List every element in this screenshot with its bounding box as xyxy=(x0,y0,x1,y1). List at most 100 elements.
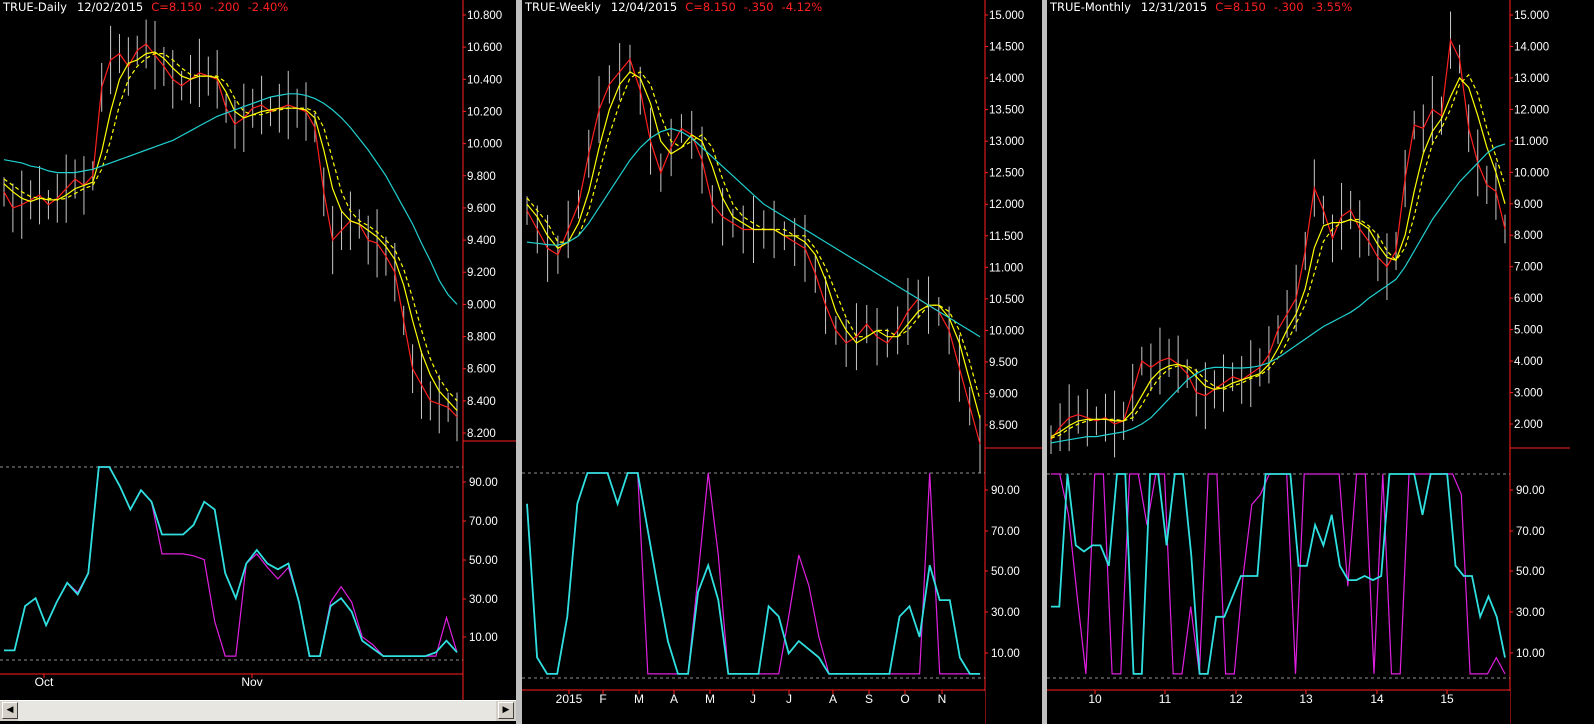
price-tick-label: 9.600 xyxy=(467,203,496,215)
price-tick-label: 14.500 xyxy=(989,42,1024,54)
price-tick-label: 12.000 xyxy=(989,199,1024,211)
price-tick-label: 13.500 xyxy=(989,105,1024,117)
price-tick-label: 15.000 xyxy=(989,10,1024,22)
oscillator-line-1 xyxy=(526,472,980,675)
osc-tick-label: 50.00 xyxy=(469,555,498,567)
daily-scrollbar[interactable]: ◀ ▶ xyxy=(0,700,516,721)
price-series-line-2 xyxy=(3,52,458,402)
price-series-line-3 xyxy=(3,93,458,305)
x-tick-label: A xyxy=(670,692,678,706)
x-tick-label: 14 xyxy=(1370,692,1384,706)
price-tick-label: 11.000 xyxy=(989,262,1023,274)
price-tick-label: 9.400 xyxy=(467,235,496,247)
x-tick-label: 2015 xyxy=(556,692,583,706)
x-tick-label: J xyxy=(750,692,756,706)
scroll-left-button[interactable]: ◀ xyxy=(2,702,18,719)
x-tick-label: N xyxy=(938,692,947,706)
x-tick-label: M xyxy=(705,692,715,706)
osc-tick-label: 50.00 xyxy=(1516,566,1545,578)
price-tick-label: 8.200 xyxy=(467,428,496,440)
price-tick-label: 11.500 xyxy=(989,231,1023,243)
price-tick-label: 9.500 xyxy=(989,357,1018,369)
osc-tick-label: 30.00 xyxy=(1516,607,1545,619)
price-series-line-1 xyxy=(1050,76,1506,438)
scroll-track[interactable] xyxy=(18,701,496,721)
x-tick-label: M xyxy=(634,692,644,706)
x-tick-label: 10 xyxy=(1088,692,1102,706)
scroll-right-button[interactable]: ▶ xyxy=(498,702,514,719)
price-tick-label: 9.000 xyxy=(989,388,1018,400)
price-tick-label: 13.000 xyxy=(1514,73,1549,85)
price-series-line-2 xyxy=(1050,73,1506,439)
price-tick-label: 8.800 xyxy=(467,332,496,344)
osc-tick-label: 90.00 xyxy=(991,485,1020,497)
price-tick-label: 9.200 xyxy=(467,267,496,279)
price-tick-label: 15.000 xyxy=(1514,10,1549,22)
oscillator-line-0 xyxy=(4,466,458,657)
osc-tick-label: 70.00 xyxy=(1516,526,1545,538)
x-tick-label: J xyxy=(786,692,792,706)
osc-tick-label: 50.00 xyxy=(991,566,1020,578)
osc-tick-label: 70.00 xyxy=(991,526,1020,538)
monthly-chart-svg[interactable]: 15.000 14.000 13.000 12.000 11.000 10.000 9.00… xyxy=(1047,0,1594,724)
osc-tick-label: 30.00 xyxy=(991,607,1020,619)
x-tick-label: Nov xyxy=(241,675,262,689)
x-tick-label: F xyxy=(599,692,606,706)
price-series-line-1 xyxy=(3,51,458,411)
x-tick-label: O xyxy=(900,692,909,706)
osc-tick-label: 90.00 xyxy=(469,477,498,489)
price-tick-label: 12.000 xyxy=(1514,104,1549,116)
osc-tick-label: 30.00 xyxy=(469,594,498,606)
osc-tick-label: 10.00 xyxy=(1516,648,1545,660)
price-tick-label: 3.000 xyxy=(1514,388,1543,400)
oscillator-line-1 xyxy=(4,466,458,657)
price-tick-label: 9.000 xyxy=(467,299,496,311)
price-tick-label: 10.000 xyxy=(989,325,1024,337)
price-series-line-0 xyxy=(3,43,458,418)
price-tick-label: 8.600 xyxy=(467,364,496,376)
price-tick-label: 2.000 xyxy=(1514,419,1543,431)
price-tick-label: 8.500 xyxy=(989,420,1018,432)
price-tick-label: 13.000 xyxy=(989,136,1024,148)
price-tick-label: 10.200 xyxy=(467,106,502,118)
price-tick-label: 8.000 xyxy=(1514,230,1543,242)
oscillator-line-1 xyxy=(1051,473,1506,675)
price-tick-label: 5.000 xyxy=(1514,325,1543,337)
price-tick-label: 10.000 xyxy=(1514,167,1549,179)
osc-tick-label: 70.00 xyxy=(469,516,498,528)
oscillator-line-0 xyxy=(1051,473,1506,675)
osc-tick-label: 10.00 xyxy=(469,632,498,644)
weekly-chart-panel[interactable]: TRUE-Weekly 12/04/2015 C=8.150 -.350 -4.12% … xyxy=(522,0,1042,724)
price-tick-label: 6.000 xyxy=(1514,293,1543,305)
price-tick-label: 12.500 xyxy=(989,168,1024,180)
price-tick-label: 10.500 xyxy=(989,294,1024,306)
price-tick-label: 10.800 xyxy=(467,10,502,22)
osc-tick-label: 10.00 xyxy=(991,648,1020,660)
price-tick-label: 14.000 xyxy=(1514,41,1549,53)
oscillator-line-0 xyxy=(526,472,980,675)
price-tick-label: 10.600 xyxy=(467,42,502,54)
price-tick-label: 4.000 xyxy=(1514,356,1543,368)
price-tick-label: 11.000 xyxy=(1514,136,1548,148)
osc-tick-label: 90.00 xyxy=(1516,485,1545,497)
x-tick-label: Oct xyxy=(35,675,54,689)
price-tick-label: 10.400 xyxy=(467,74,502,86)
price-tick-label: 9.800 xyxy=(467,171,496,183)
price-series-line-0 xyxy=(1050,38,1506,441)
daily-chart-svg[interactable]: 10.800 10.600 10.400 10.200 10.000 9.800 9.600… xyxy=(0,0,516,700)
price-tick-label: 8.400 xyxy=(467,396,496,408)
price-tick-label: 7.000 xyxy=(1514,262,1543,274)
x-tick-label: 11 xyxy=(1159,692,1172,706)
x-tick-label: 12 xyxy=(1229,692,1243,706)
price-tick-label: 14.000 xyxy=(989,73,1024,85)
monthly-chart-panel[interactable]: TRUE-Monthly 12/31/2015 C=8.150 -.300 -3.55%… xyxy=(1047,0,1594,724)
weekly-chart-svg[interactable]: 15.000 14.500 14.000 13.500 13.000 12.500 12.0… xyxy=(522,0,1042,724)
x-tick-label: S xyxy=(865,692,873,706)
x-tick-label: 15 xyxy=(1440,692,1454,706)
price-tick-label: 10.000 xyxy=(467,139,502,151)
x-tick-label: 13 xyxy=(1299,692,1313,706)
price-series-line-3 xyxy=(1050,143,1506,444)
daily-chart-panel[interactable]: TRUE-Daily 12/02/2015 C=8.150 -.200 -2.40% 1… xyxy=(0,0,516,724)
price-tick-label: 9.000 xyxy=(1514,199,1543,211)
x-tick-label: A xyxy=(829,692,837,706)
